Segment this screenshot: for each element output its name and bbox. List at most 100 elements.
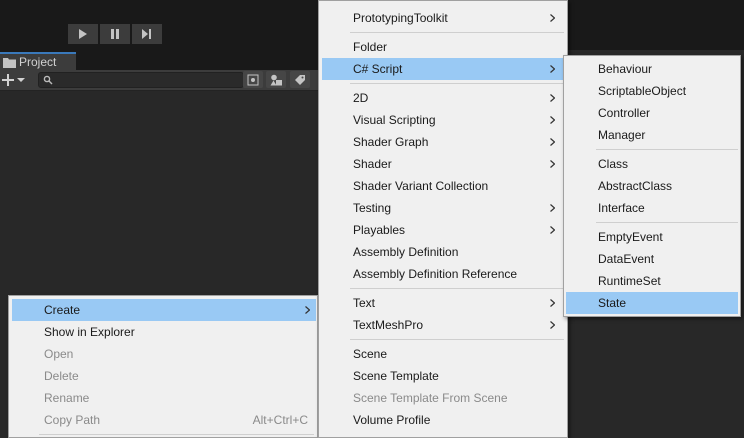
menu-item-manager[interactable]: Manager <box>566 124 738 146</box>
menu-separator <box>350 83 564 84</box>
menu-item-shader[interactable]: Shader <box>322 153 566 175</box>
menu-item-label: RuntimeSet <box>598 274 661 288</box>
menu-item-controller[interactable]: Controller <box>566 102 738 124</box>
menu-item-testing[interactable]: Testing <box>322 197 566 219</box>
menu-item-class[interactable]: Class <box>566 153 738 175</box>
menu-item-shortcut: Alt+Ctrl+C <box>252 413 308 427</box>
step-button[interactable] <box>132 24 162 44</box>
menu-separator <box>596 222 738 223</box>
menu-item-folder[interactable]: Folder <box>322 36 566 58</box>
play-controls <box>68 24 164 46</box>
menu-item-behaviour[interactable]: Behaviour <box>566 58 738 80</box>
filter-by-type-icon <box>270 74 282 85</box>
pause-button[interactable] <box>100 24 130 44</box>
menu-item-label: Folder <box>353 40 388 54</box>
menu-item-text[interactable]: Text <box>322 292 566 314</box>
menu-item-delete: Delete <box>12 365 316 387</box>
menu-item-playables[interactable]: Playables <box>322 219 566 241</box>
project-tab[interactable]: Project <box>0 52 76 70</box>
menu-separator <box>350 288 564 289</box>
chevron-right-icon <box>547 197 557 219</box>
menu-item-textmeshpro[interactable]: TextMeshPro <box>322 314 566 336</box>
menu-item-label: DataEvent <box>598 252 655 266</box>
menu-item-label: Controller <box>598 106 651 120</box>
menu-item-scene[interactable]: Scene <box>322 343 566 365</box>
menu-item-label: Interface <box>598 201 645 215</box>
menu-separator <box>39 434 314 435</box>
play-button[interactable] <box>68 24 98 44</box>
chevron-down-icon <box>17 78 25 82</box>
menu-item-label: Shader Variant Collection <box>353 179 489 193</box>
csharp-script-submenu: Behaviour ScriptableObject Controller Ma… <box>563 55 741 317</box>
menu-item-label: Shader <box>353 157 392 171</box>
menu-item-label: Copy Path <box>44 413 101 427</box>
search-by-scene-button[interactable] <box>243 71 263 88</box>
menu-item-state[interactable]: State <box>566 292 738 314</box>
menu-separator <box>350 32 564 33</box>
menu-item-label: Assembly Definition Reference <box>353 267 518 281</box>
filter-by-type-button[interactable] <box>266 71 286 88</box>
menu-item-label: Rename <box>44 391 90 405</box>
menu-item-prototyping-toolkit[interactable]: PrototypingToolkit <box>322 7 566 29</box>
menu-item-label: ScriptableObject <box>598 84 687 98</box>
menu-item-scene-template[interactable]: Scene Template <box>322 365 566 387</box>
menu-item-rename: Rename <box>12 387 316 409</box>
menu-item-label: Scene <box>353 347 388 361</box>
menu-item-shader-variant-collection[interactable]: Shader Variant Collection <box>322 175 566 197</box>
menu-item-label: PrototypingToolkit <box>353 11 448 25</box>
menu-item-assembly-definition[interactable]: Assembly Definition <box>322 241 566 263</box>
menu-item-create[interactable]: Create <box>12 299 316 321</box>
chevron-right-icon <box>547 87 557 109</box>
add-plus-icon <box>2 74 14 86</box>
filter-by-label-button[interactable] <box>290 71 310 88</box>
menu-item-interface[interactable]: Interface <box>566 197 738 219</box>
chevron-right-icon <box>547 314 557 336</box>
menu-item-abstractclass[interactable]: AbstractClass <box>566 175 738 197</box>
menu-item-label: State <box>598 296 627 310</box>
menu-item-assembly-definition-reference[interactable]: Assembly Definition Reference <box>322 263 566 285</box>
chevron-right-icon <box>302 299 312 321</box>
menu-item-label: Show in Explorer <box>44 325 135 339</box>
chevron-right-icon <box>547 292 557 314</box>
menu-item-emptyevent[interactable]: EmptyEvent <box>566 226 738 248</box>
add-asset-button[interactable] <box>2 72 32 88</box>
menu-item-dataevent[interactable]: DataEvent <box>566 248 738 270</box>
menu-item-label: Create <box>44 303 81 317</box>
menu-item-label: Delete <box>44 369 79 383</box>
menu-item-csharp-script[interactable]: C# Script <box>322 58 566 80</box>
menu-item-open: Open <box>12 343 316 365</box>
project-search-input[interactable] <box>38 72 244 88</box>
menu-item-label: Scene Template From Scene <box>353 391 508 405</box>
menu-item-2d[interactable]: 2D <box>322 87 566 109</box>
menu-separator <box>596 149 738 150</box>
chevron-right-icon <box>547 7 557 29</box>
project-context-menu: Create Show in Explorer Open Delete Rena… <box>8 295 318 438</box>
menu-item-label: AbstractClass <box>598 179 673 193</box>
menu-item-label: Text <box>353 296 376 310</box>
folder-icon <box>3 57 16 68</box>
menu-item-shader-graph[interactable]: Shader Graph <box>322 131 566 153</box>
menu-item-label: 2D <box>353 91 369 105</box>
menu-item-runtimeset[interactable]: RuntimeSet <box>566 270 738 292</box>
menu-item-label: Visual Scripting <box>353 113 436 127</box>
menu-item-copy-path: Copy Path Alt+Ctrl+C <box>12 409 316 431</box>
chevron-right-icon <box>547 219 557 241</box>
menu-item-label: Scene Template <box>353 369 439 383</box>
menu-item-scriptableobject[interactable]: ScriptableObject <box>566 80 738 102</box>
menu-item-visual-scripting[interactable]: Visual Scripting <box>322 109 566 131</box>
menu-item-label: EmptyEvent <box>598 230 663 244</box>
menu-item-label: C# Script <box>353 62 403 76</box>
menu-separator <box>350 339 564 340</box>
menu-item-label: Class <box>598 157 629 171</box>
search-icon <box>43 75 53 85</box>
menu-item-volume-profile[interactable]: Volume Profile <box>322 409 566 431</box>
pause-icon <box>111 29 119 39</box>
menu-item-label: TextMeshPro <box>353 318 424 332</box>
menu-item-label: Assembly Definition <box>353 245 459 259</box>
chevron-right-icon <box>547 153 557 175</box>
menu-item-label: Testing <box>353 201 392 215</box>
search-scene-icon <box>247 74 259 85</box>
chevron-right-icon <box>547 109 557 131</box>
menu-item-show-in-explorer[interactable]: Show in Explorer <box>12 321 316 343</box>
chevron-right-icon <box>547 58 557 80</box>
